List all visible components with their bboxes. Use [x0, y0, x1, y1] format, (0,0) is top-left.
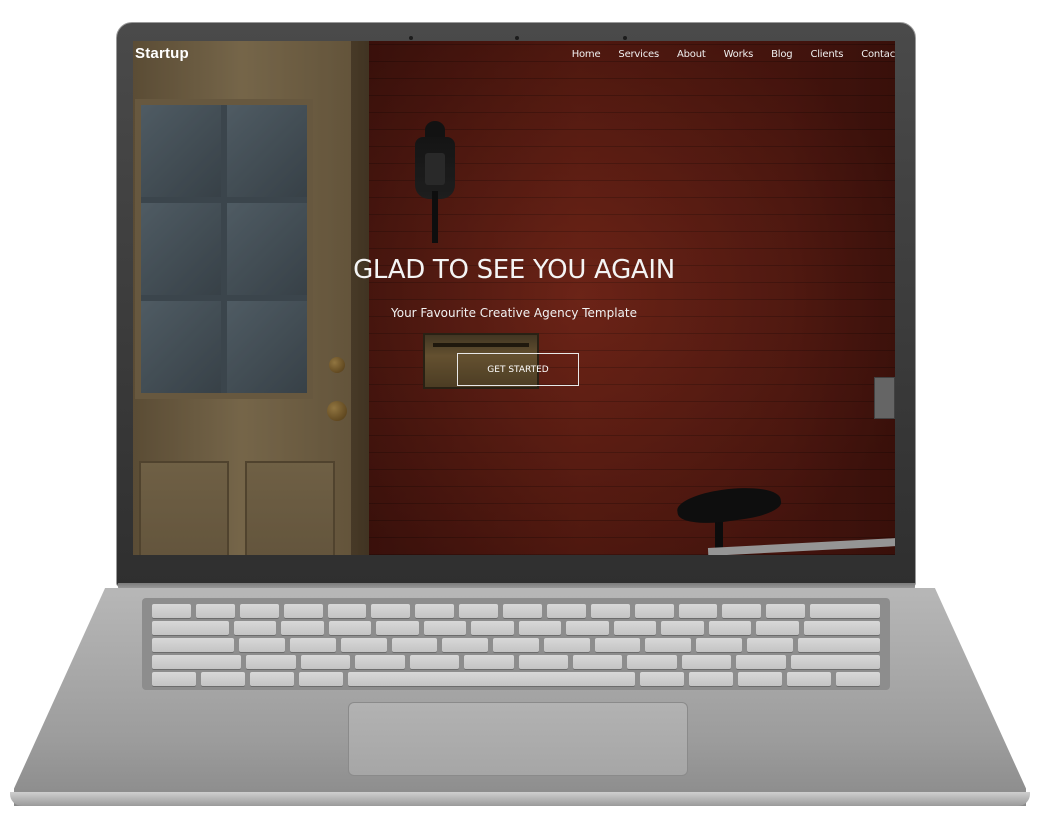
laptop-screen: Startup Home Services About Works Blog C…: [133, 41, 895, 555]
sensor-dot: [623, 36, 627, 40]
spacebar: [348, 672, 635, 686]
nav-item-contact[interactable]: Contac: [861, 49, 895, 60]
hero-title: GLAD TO SEE YOU AGAIN: [353, 255, 675, 285]
keyboard: [142, 598, 890, 690]
nav-item-blog[interactable]: Blog: [771, 49, 793, 60]
nav-item-about[interactable]: About: [677, 49, 706, 60]
windows-key-icon: [250, 672, 295, 686]
touchpad: [348, 702, 688, 776]
keyboard-row: [152, 638, 880, 652]
hero-subtitle: Your Favourite Creative Agency Template: [390, 306, 637, 320]
keyboard-row: [152, 672, 880, 686]
get-started-button[interactable]: GET STARTED: [457, 353, 579, 386]
main-nav: Home Services About Works Blog Clients C…: [554, 49, 895, 60]
nav-item-clients[interactable]: Clients: [810, 49, 843, 60]
camera-icon: [515, 36, 519, 40]
brand-logo[interactable]: Startup: [135, 45, 189, 62]
sensor-dot: [409, 36, 413, 40]
keyboard-row: [152, 655, 880, 669]
nav-item-home[interactable]: Home: [572, 49, 601, 60]
nav-item-services[interactable]: Services: [618, 49, 659, 60]
nav-item-works[interactable]: Works: [724, 49, 754, 60]
keyboard-row: [152, 604, 881, 618]
keyboard-row: [152, 621, 880, 635]
